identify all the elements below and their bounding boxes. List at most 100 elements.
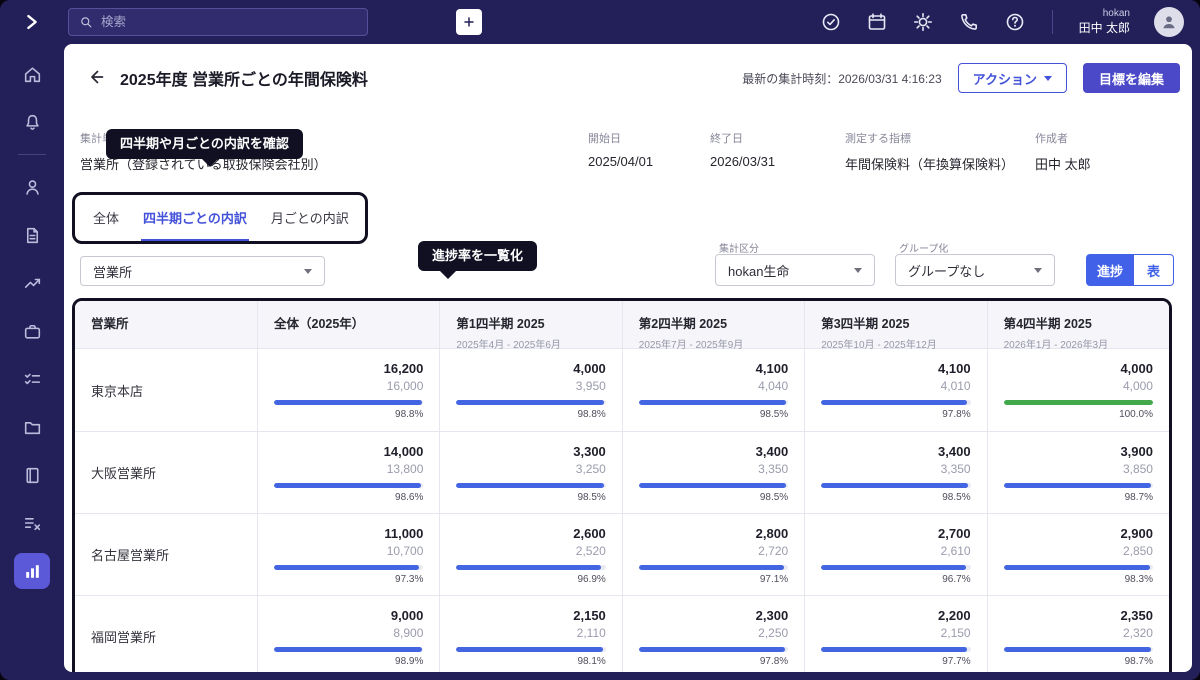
view-toggle-table[interactable]: 表 <box>1134 254 1174 286</box>
edit-goal-button[interactable]: 目標を編集 <box>1083 63 1180 93</box>
target-value: 3,900 <box>1004 444 1153 459</box>
progress-percent: 100.0% <box>1004 409 1153 420</box>
progress-bar <box>456 400 605 405</box>
folder-icon <box>22 417 43 438</box>
progress-bar <box>639 565 788 570</box>
actual-value: 16,000 <box>274 379 423 393</box>
book-icon <box>22 465 43 486</box>
view-toggle-progress[interactable]: 進捗 <box>1086 254 1134 286</box>
actual-value: 2,250 <box>639 626 788 640</box>
sidebar-item-notifications[interactable] <box>14 104 50 140</box>
office-name: 名古屋営業所 <box>75 514 257 595</box>
user-info[interactable]: hokan 田中 太郎 <box>1079 8 1130 36</box>
target-value: 4,000 <box>456 361 605 376</box>
target-value: 14,000 <box>274 444 423 459</box>
sidebar-item-tasks[interactable] <box>14 361 50 397</box>
metric-cell: 2,900 2,850 98.3% <box>987 514 1169 595</box>
target-value: 2,600 <box>456 526 605 541</box>
progress-percent: 98.6% <box>274 492 423 503</box>
target-value: 4,100 <box>639 361 788 376</box>
progress-percent: 98.8% <box>274 409 423 420</box>
list-check-icon <box>22 369 43 390</box>
sidebar-divider <box>18 154 46 155</box>
aggregation-select[interactable]: hokan生命 <box>715 254 875 286</box>
progress-percent: 98.9% <box>274 656 423 667</box>
metric-cell: 4,100 4,010 97.8% <box>804 349 986 431</box>
sidebar-item-folders[interactable] <box>14 409 50 445</box>
target-value: 2,800 <box>639 526 788 541</box>
add-button[interactable] <box>456 9 482 35</box>
sidebar-item-contacts[interactable] <box>14 169 50 205</box>
actual-value: 2,520 <box>456 544 605 558</box>
check-circle-icon[interactable] <box>820 11 842 33</box>
progress-percent: 98.1% <box>456 656 605 667</box>
action-button[interactable]: アクション <box>958 63 1067 93</box>
topbar-divider <box>1052 10 1053 34</box>
target-value: 2,900 <box>1004 526 1153 541</box>
office-name: 福岡営業所 <box>75 596 257 672</box>
gear-icon[interactable] <box>912 11 934 33</box>
tab-quarterly-breakdown[interactable]: 四半期ごとの内訳 <box>141 195 249 241</box>
progress-bar <box>1004 400 1153 405</box>
search-input[interactable] <box>101 15 357 29</box>
sidebar-item-reports[interactable] <box>14 553 50 589</box>
briefcase-icon <box>22 321 43 342</box>
progress-bar <box>456 647 605 652</box>
target-value: 4,000 <box>1004 361 1153 376</box>
phone-icon[interactable] <box>958 11 980 33</box>
office-select[interactable]: 営業所 <box>80 256 325 286</box>
metric-cell: 16,200 16,000 98.8% <box>257 349 439 431</box>
metric-cell: 2,200 2,150 97.7% <box>804 596 986 672</box>
plus-icon <box>461 14 477 30</box>
user-name: 田中 太郎 <box>1079 21 1130 36</box>
global-search[interactable] <box>68 8 368 36</box>
sidebar-item-analytics[interactable] <box>14 265 50 301</box>
actual-value: 10,700 <box>274 544 423 558</box>
actual-value: 2,610 <box>821 544 970 558</box>
target-value: 16,200 <box>274 361 423 376</box>
metric-cell: 3,300 3,250 98.5% <box>439 432 621 513</box>
metric-cell: 2,800 2,720 97.1% <box>622 514 804 595</box>
table-row: 福岡営業所 9,000 8,900 98.9% 2,150 2,110 98.1… <box>75 595 1169 672</box>
callout-breakdown: 四半期や月ごとの内訳を確認 <box>106 129 303 159</box>
chevron-down-icon <box>1034 268 1042 273</box>
meta-metric: 測定する指標 年間保険料（年換算保険料） <box>845 130 1014 173</box>
actual-value: 13,800 <box>274 462 423 476</box>
actual-value: 4,000 <box>1004 379 1153 393</box>
progress-percent: 96.7% <box>821 574 970 585</box>
meta-author: 作成者 田中 太郎 <box>1035 130 1091 173</box>
progress-percent: 97.8% <box>639 656 788 667</box>
progress-bar <box>1004 565 1153 570</box>
grouping-select[interactable]: グループなし <box>895 254 1055 286</box>
view-toggle: 進捗 表 <box>1086 254 1174 286</box>
actual-value: 3,950 <box>456 379 605 393</box>
back-button[interactable] <box>84 66 108 90</box>
sidebar-item-home[interactable] <box>14 56 50 92</box>
avatar[interactable] <box>1154 7 1184 37</box>
help-circle-icon[interactable] <box>1004 11 1026 33</box>
column-header-q1: 第1四半期 2025 2025年4月 - 2025年6月 <box>439 301 621 351</box>
metric-cell: 3,900 3,850 98.7% <box>987 432 1169 513</box>
calendar-icon[interactable] <box>866 11 888 33</box>
column-header-q3: 第3四半期 2025 2025年10月 - 2025年12月 <box>804 301 986 351</box>
tab-monthly-breakdown[interactable]: 月ごとの内訳 <box>269 195 351 241</box>
logo-chevron-icon <box>22 12 42 32</box>
tabs-highlight-box: 全体 四半期ごとの内訳 月ごとの内訳 <box>72 192 368 244</box>
topbar-actions: hokan 田中 太郎 <box>820 7 1200 37</box>
actual-value: 3,350 <box>821 462 970 476</box>
progress-table: 営業所 全体（2025年） 第1四半期 2025 2025年4月 - 2025年… <box>72 298 1172 672</box>
target-value: 9,000 <box>274 608 423 623</box>
target-value: 3,400 <box>639 444 788 459</box>
progress-bar <box>274 483 423 488</box>
main-content: 2025年度 営業所ごとの年間保険料 最新の集計時刻：2026/03/31 4:… <box>64 44 1192 672</box>
chevron-down-icon <box>854 268 862 273</box>
sidebar-item-business[interactable] <box>14 313 50 349</box>
metric-cell: 3,400 3,350 98.5% <box>804 432 986 513</box>
sidebar-item-documents[interactable] <box>14 217 50 253</box>
person-icon <box>1160 13 1178 31</box>
sidebar-item-list-edit[interactable] <box>14 505 50 541</box>
trending-up-icon <box>22 273 43 294</box>
tab-overall[interactable]: 全体 <box>91 195 121 241</box>
app-logo[interactable] <box>0 12 64 32</box>
sidebar-item-ledger[interactable] <box>14 457 50 493</box>
